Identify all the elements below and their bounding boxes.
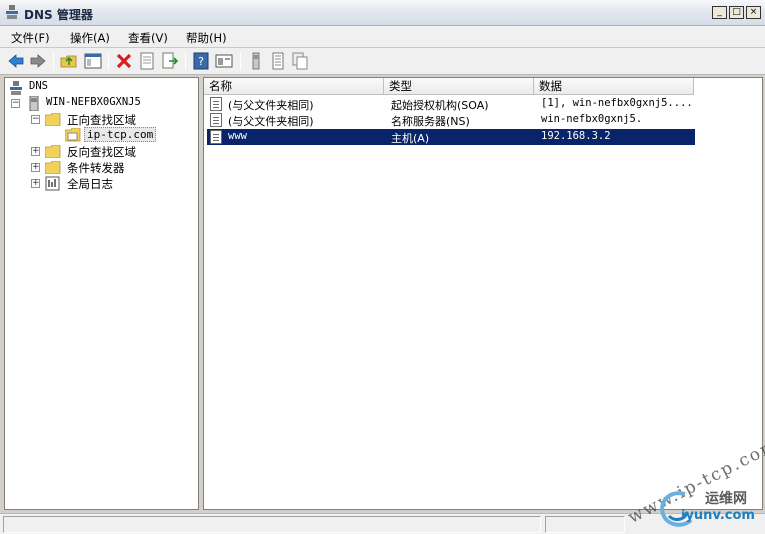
close-button[interactable]: × [746,6,761,19]
maximize-button[interactable]: □ [729,6,744,19]
toolbar-separator [240,52,241,70]
title-bar: DNS 管理器 _ □ × [0,0,765,26]
record-data: 192.168.3.2 [541,130,611,142]
tree-item-dns[interactable]: DNS [9,80,189,96]
table-row[interactable]: (与父文件夹相同) 起始授权机构(SOA) [1], win-nefbx0gxn… [207,96,695,112]
record-name: (与父文件夹相同) [228,99,314,112]
table-row-selected[interactable]: www 主机(A) 192.168.3.2 [207,129,695,145]
up-folder-icon[interactable] [60,52,78,70]
menu-bar: 文件(F) 操作(A) 查看(V) 帮助(H) [0,26,765,48]
tree-label-forward-zone: 正向查找区域 [67,113,136,127]
copy-icon[interactable] [291,52,309,70]
expand-toggle[interactable]: + [31,179,40,188]
minimize-button[interactable]: _ [712,6,727,19]
tree-label-reverse-zone: 反向查找区域 [67,145,136,159]
tree-item-global-log[interactable]: + 全局日志 [31,176,191,192]
window-title: DNS 管理器 [24,8,93,22]
tree-label-forwarders: 条件转发器 [67,161,125,175]
forward-arrow-icon[interactable] [29,52,47,70]
site-logo: 运维网 iyunv.com [655,484,763,530]
logo-chinese-text: 运维网 [705,491,747,507]
folder-icon [44,144,61,159]
record-icon [210,130,222,144]
column-header-type[interactable]: 类型 [384,78,534,95]
logo-english-text: iyunv.com [681,508,755,523]
column-header-data[interactable]: 数据 [534,78,694,95]
record-icon [210,113,222,127]
collapse-toggle[interactable]: − [31,115,40,124]
tree-item-forward-zone[interactable]: − 正向查找区域 [31,112,191,128]
menu-file[interactable]: 文件(F) [11,30,50,46]
toolbar-separator [185,52,186,70]
export-icon[interactable] [161,52,179,70]
expand-toggle[interactable]: + [31,147,40,156]
folder-icon [44,112,61,127]
status-cell-secondary [545,516,625,533]
toolbar-separator [53,52,54,70]
tree-item-zone[interactable]: ip-tcp.com [64,127,195,143]
svg-text:?: ? [198,55,204,68]
records-list: 名称 类型 数据 (与父文件夹相同) 起始授权机构(SOA) [1], win-… [203,77,763,510]
records-icon[interactable] [269,52,287,70]
status-cell-main [3,516,541,533]
zone-icon [64,127,81,142]
tree-label-zone: ip-tcp.com [84,127,157,142]
server-icon[interactable] [247,52,265,70]
tree-label-dns: DNS [29,80,48,92]
record-data: win-nefbx0gxnj5. [541,113,643,125]
table-row[interactable]: (与父文件夹相同) 名称服务器(NS) win-nefbx0gxnj5. [207,112,695,128]
server-icon [29,95,45,112]
log-icon [45,176,61,191]
console-tree: DNS − WIN-NEFBX0GXNJ5 − 正向查找区域 ip-tcp.co… [4,77,199,510]
tree-item-forwarders[interactable]: + 条件转发器 [31,160,191,176]
record-type: 主机(A) [391,132,430,145]
record-data: [1], win-nefbx0gxnj5.... [541,97,693,109]
back-arrow-icon[interactable] [7,52,25,70]
menu-action[interactable]: 操作(A) [70,30,110,46]
record-type: 名称服务器(NS) [391,115,470,128]
menu-help[interactable]: 帮助(H) [186,30,227,46]
dns-root-icon [9,81,25,95]
toolbar: ? [0,48,765,75]
column-header-name[interactable]: 名称 [204,78,384,95]
menu-view[interactable]: 查看(V) [128,30,168,46]
toolbar-separator [108,52,109,70]
tree-item-reverse-zone[interactable]: + 反向查找区域 [31,144,191,160]
folder-icon [44,160,61,175]
show-hide-tree-icon[interactable] [84,52,102,70]
collapse-toggle[interactable]: − [11,99,20,108]
tree-item-server[interactable]: − WIN-NEFBX0GXNJ5 [11,95,191,112]
dns-app-icon [5,5,19,20]
tree-label-server: WIN-NEFBX0GXNJ5 [46,96,141,108]
delete-icon[interactable] [115,52,133,70]
record-name: www [228,130,247,142]
record-icon [210,97,222,111]
console-icon[interactable] [215,52,233,70]
properties-icon[interactable] [138,52,156,70]
help-icon[interactable]: ? [192,52,210,70]
tree-label-global-log: 全局日志 [67,177,113,191]
record-name: (与父文件夹相同) [228,115,314,128]
expand-toggle[interactable]: + [31,163,40,172]
record-type: 起始授权机构(SOA) [391,99,489,112]
